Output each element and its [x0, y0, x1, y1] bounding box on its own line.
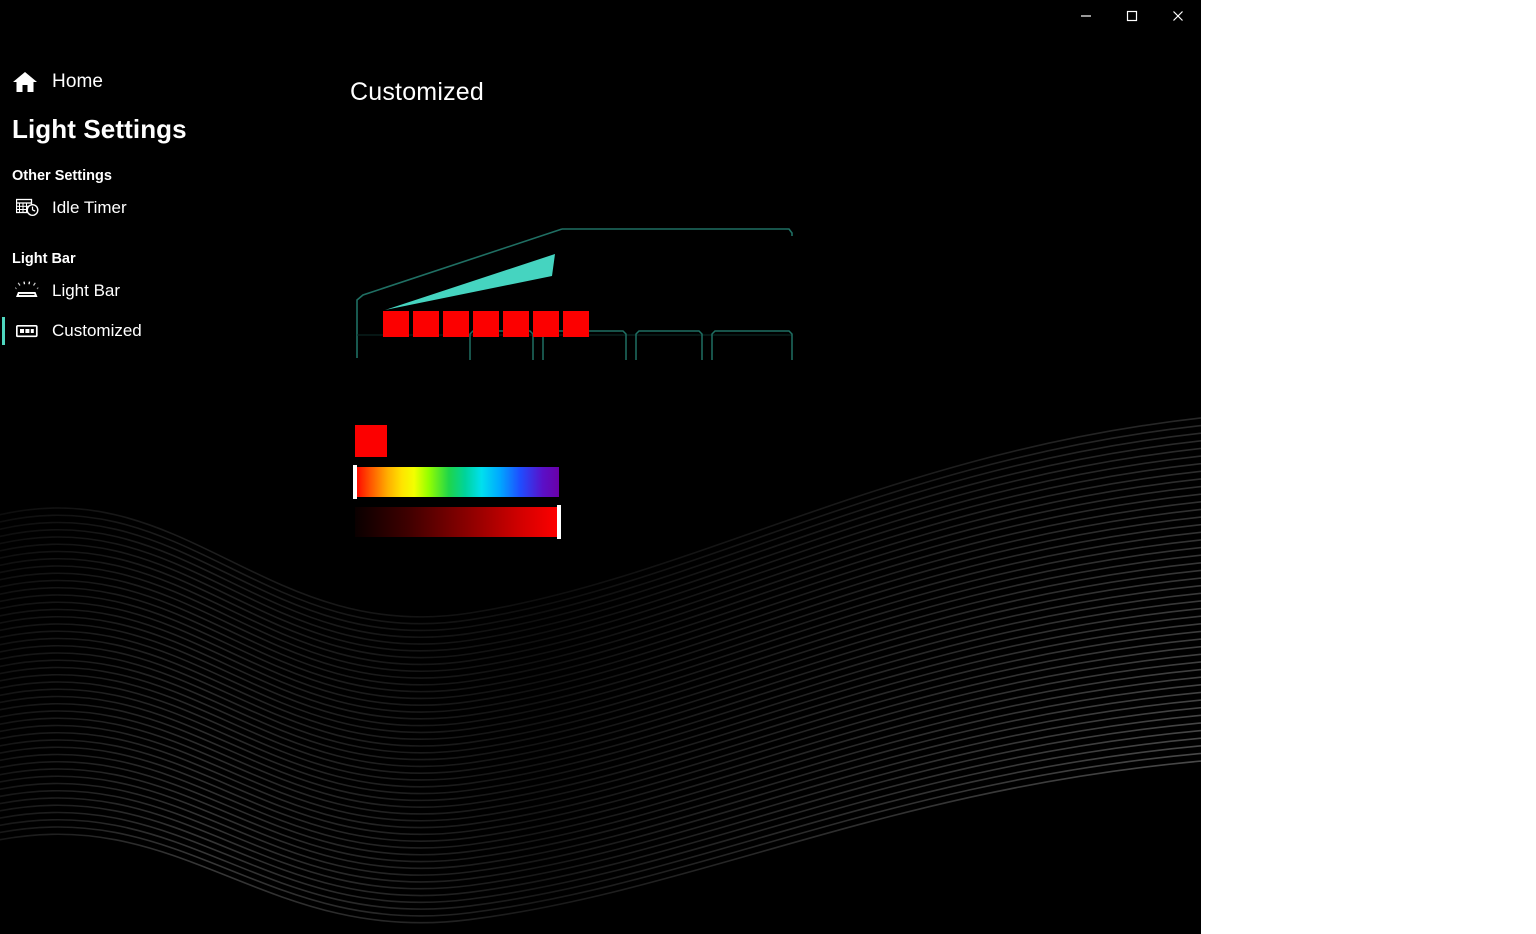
group-header-light-bar: Light Bar [12, 251, 76, 267]
customized-icon [12, 318, 44, 344]
minimize-icon [1081, 15, 1091, 17]
hue-slider-track [355, 467, 559, 497]
home-icon [8, 67, 42, 97]
color-controls [350, 425, 610, 539]
main-content: Customized [330, 60, 1201, 934]
sidebar-item-customized[interactable]: Customized [0, 311, 330, 351]
sidebar-item-label: Idle Timer [52, 198, 127, 217]
light-zone-1[interactable] [383, 311, 409, 337]
light-zone-6[interactable] [533, 311, 559, 337]
sidebar: Home Light Settings Other Settings Idle … [0, 60, 330, 351]
maximize-button[interactable] [1109, 0, 1155, 32]
selection-indicator [2, 317, 5, 345]
light-zone-5[interactable] [503, 311, 529, 337]
titlebar [0, 0, 1201, 34]
light-zone-2[interactable] [413, 311, 439, 337]
sidebar-item-label: Light Bar [52, 281, 121, 300]
brightness-slider-track [355, 507, 559, 537]
brightness-slider[interactable] [350, 505, 561, 539]
light-zone-3[interactable] [443, 311, 469, 337]
close-button[interactable] [1155, 0, 1201, 32]
sidebar-item-idle-timer[interactable]: Idle Timer [0, 188, 330, 228]
home-label: Home [52, 71, 104, 92]
hue-slider[interactable] [350, 465, 559, 499]
sidebar-item-light-bar[interactable]: Light Bar [0, 271, 330, 311]
screen: Home Light Settings Other Settings Idle … [0, 0, 1536, 934]
light-settings-window: Home Light Settings Other Settings Idle … [0, 0, 1201, 934]
brightness-slider-thumb[interactable] [557, 505, 561, 539]
close-icon [1173, 11, 1183, 21]
idle-timer-icon [12, 195, 44, 221]
sidebar-item-label: Customized [52, 321, 142, 340]
light-zone-strip [383, 311, 589, 337]
minimize-button[interactable] [1063, 0, 1109, 32]
hue-slider-thumb[interactable] [353, 465, 357, 499]
maximize-icon [1126, 10, 1138, 22]
home-button[interactable]: Home [0, 60, 330, 104]
group-header-other-settings: Other Settings [12, 168, 112, 184]
current-color-swatch[interactable] [355, 425, 387, 457]
keyboard-light-bar-diagram [340, 210, 800, 360]
light-bar-icon [12, 278, 44, 304]
page-heading: Light Settings [12, 114, 187, 144]
page-title: Customized [350, 78, 484, 106]
light-zone-4[interactable] [473, 311, 499, 337]
light-zone-7[interactable] [563, 311, 589, 337]
